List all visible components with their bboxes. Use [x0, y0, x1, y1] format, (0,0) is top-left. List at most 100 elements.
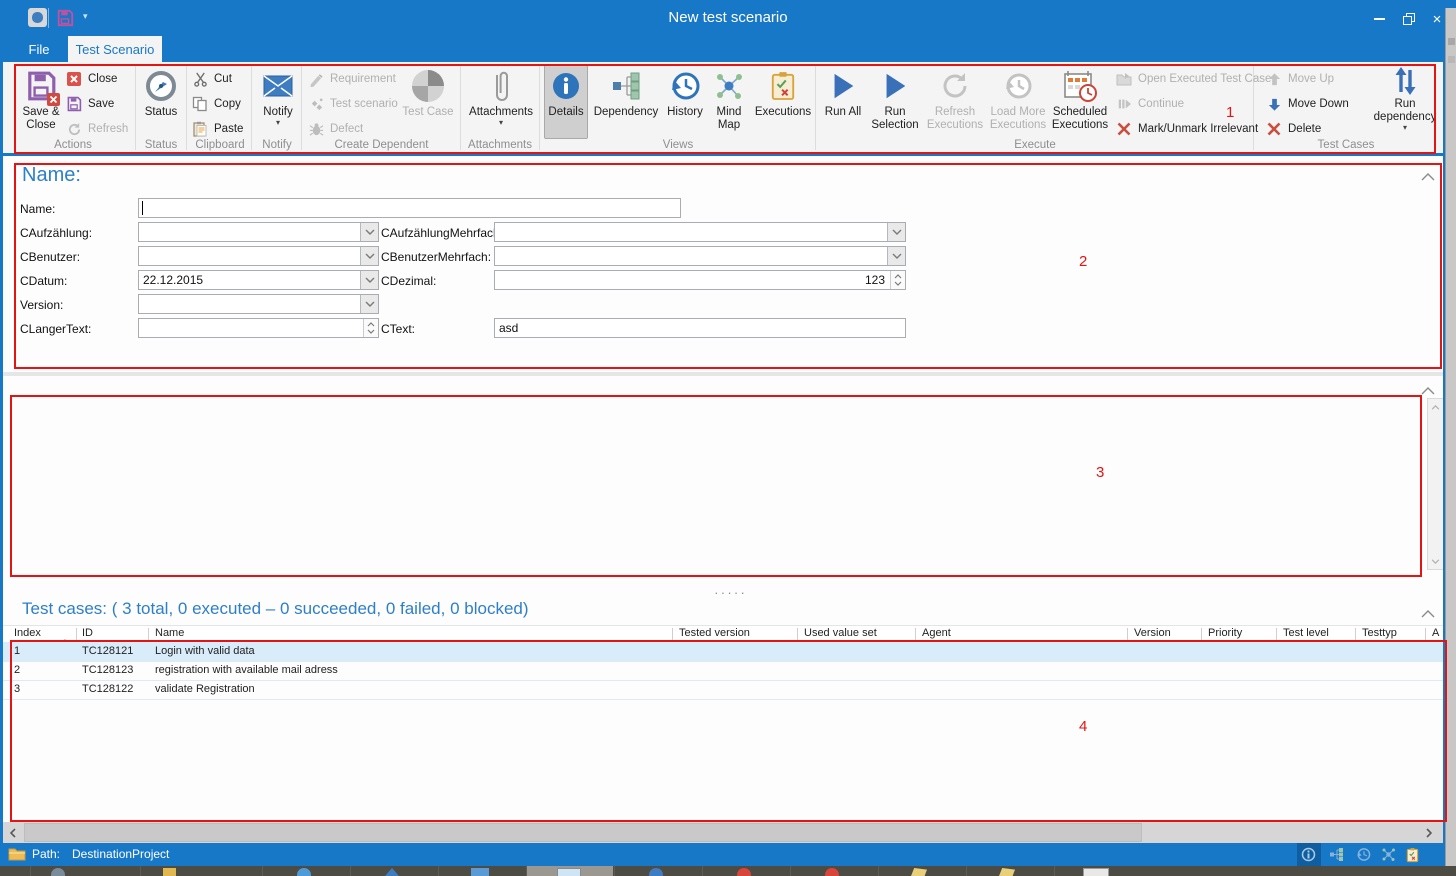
- collapse-middle-chevron-icon[interactable]: [1421, 382, 1435, 391]
- open-executed-test-case-label: Open Executed Test Case: [1138, 73, 1271, 85]
- horizontal-scrollbar[interactable]: [3, 822, 1443, 843]
- dropdown-chevron-icon[interactable]: [887, 223, 905, 241]
- caufzaehlung-combobox[interactable]: [138, 222, 379, 242]
- column-header-tested-version[interactable]: Tested version: [679, 627, 750, 639]
- column-header-index[interactable]: Index: [14, 627, 41, 639]
- ribbon-tab-row: File Test Scenario: [0, 36, 1456, 62]
- run-all-button[interactable]: Run All: [820, 66, 866, 119]
- taskbar-item[interactable]: [30, 866, 87, 876]
- column-header-agent[interactable]: Agent: [922, 627, 951, 639]
- run-dependency-dropdown-icon[interactable]: ▾: [1403, 124, 1407, 132]
- requirement-button: Requirement: [307, 68, 399, 90]
- notify-button[interactable]: Notify ▾: [255, 66, 301, 127]
- scheduled-executions-button[interactable]: Scheduled Executions: [1049, 66, 1111, 132]
- taskbar-item[interactable]: [790, 866, 877, 876]
- taskbar-item[interactable]: [702, 866, 789, 876]
- ctext-input[interactable]: asd: [494, 318, 906, 338]
- statusbar-mindmap-icon[interactable]: [1380, 846, 1397, 863]
- cut-button[interactable]: Cut: [191, 68, 249, 90]
- history-button[interactable]: History: [663, 66, 707, 119]
- column-header-id[interactable]: ID: [82, 627, 93, 639]
- table-row-selected[interactable]: 1 TC128121 Login with valid data: [3, 642, 1446, 662]
- paste-button[interactable]: Paste: [191, 118, 249, 140]
- table-row[interactable]: 2 TC128123 registration with available m…: [3, 661, 1446, 681]
- save-and-close-button[interactable]: Save & Close: [16, 66, 66, 132]
- restore-button[interactable]: [1396, 10, 1422, 28]
- run-selection-button[interactable]: Run Selection: [867, 66, 923, 132]
- cell-index: 2: [14, 664, 20, 676]
- collapse-testcases-chevron-icon[interactable]: [1421, 605, 1435, 614]
- spinner-buttons[interactable]: [363, 319, 378, 337]
- attachments-button[interactable]: Attachments ▾: [465, 66, 537, 127]
- spinner-buttons[interactable]: [890, 271, 905, 289]
- dropdown-chevron-icon[interactable]: [360, 295, 378, 313]
- os-taskbar[interactable]: [0, 866, 1456, 876]
- taskbar-item[interactable]: [614, 866, 701, 876]
- cell-index: 1: [14, 645, 20, 657]
- dropdown-chevron-icon[interactable]: [887, 247, 905, 265]
- dropdown-chevron-icon[interactable]: [360, 271, 378, 289]
- minimize-button[interactable]: [1366, 10, 1392, 28]
- test-scenario-icon: [307, 95, 325, 113]
- dependency-button[interactable]: Dependency: [589, 66, 663, 119]
- statusbar-dependency-icon[interactable]: [1328, 846, 1345, 863]
- cbenutzer-mehrfach-combobox[interactable]: [494, 246, 906, 266]
- scroll-down-icon[interactable]: [1428, 553, 1443, 569]
- mind-map-button[interactable]: Mind Map: [706, 66, 752, 132]
- delete-button[interactable]: Delete: [1265, 118, 1373, 140]
- taskbar-item[interactable]: [438, 866, 525, 876]
- group-label-notify: Notify: [252, 139, 302, 151]
- taskbar-item[interactable]: [1054, 866, 1141, 876]
- dropdown-chevron-icon[interactable]: [360, 223, 378, 241]
- taskbar-item-active[interactable]: [526, 866, 613, 876]
- tab-test-scenario[interactable]: Test Scenario: [68, 36, 162, 62]
- dropdown-chevron-icon[interactable]: [360, 247, 378, 265]
- taskbar-item[interactable]: [140, 866, 197, 876]
- executions-button[interactable]: Executions: [751, 66, 815, 119]
- move-down-button[interactable]: Move Down: [1265, 93, 1373, 115]
- cbenutzer-combobox[interactable]: [138, 246, 379, 266]
- column-header-priority[interactable]: Priority: [1208, 627, 1242, 639]
- cdatum-combobox[interactable]: 22.12.2015: [138, 270, 379, 290]
- taskbar-item[interactable]: [878, 866, 965, 876]
- column-header-test-level[interactable]: Test level: [1283, 627, 1329, 639]
- details-button[interactable]: Details: [544, 65, 588, 139]
- clangertext-spinner-input[interactable]: [138, 318, 379, 338]
- hscroll-thumb[interactable]: [24, 823, 1142, 842]
- caufzaehlung-mehrfach-combobox[interactable]: [494, 222, 906, 242]
- refresh-icon: [65, 120, 83, 138]
- column-header-a[interactable]: A: [1432, 627, 1439, 639]
- scroll-right-icon[interactable]: [1419, 822, 1439, 843]
- save-button[interactable]: Save: [65, 93, 131, 115]
- statusbar-history-icon[interactable]: [1355, 846, 1372, 863]
- close-button[interactable]: Close: [65, 68, 131, 90]
- taskbar-item[interactable]: [966, 866, 1053, 876]
- cdezimal-spinner-input[interactable]: 123: [494, 270, 906, 290]
- copy-button[interactable]: Copy: [191, 93, 249, 115]
- statusbar-executions-icon[interactable]: [1404, 846, 1421, 863]
- collapse-form-chevron-icon[interactable]: [1421, 168, 1435, 177]
- status-button[interactable]: Status: [139, 66, 183, 119]
- move-down-icon: [1265, 95, 1283, 113]
- column-header-version[interactable]: Version: [1134, 627, 1171, 639]
- label-cdezimal: CDezimal:: [381, 274, 436, 288]
- taskbar-item[interactable]: [262, 866, 349, 876]
- tab-file[interactable]: File: [14, 36, 64, 62]
- run-selection-icon: [880, 66, 910, 106]
- run-dependency-button[interactable]: Run dependency ▾: [1373, 64, 1437, 132]
- table-row[interactable]: 3 TC128122 validate Registration: [3, 680, 1446, 700]
- scroll-left-icon[interactable]: [3, 822, 23, 843]
- test-cases-section: Test cases: ( 3 total, 0 executed – 0 su…: [3, 597, 1443, 822]
- column-header-used-value-set[interactable]: Used value set: [804, 627, 877, 639]
- scroll-up-icon[interactable]: [1428, 399, 1443, 415]
- splitter-handle[interactable]: .....: [703, 582, 759, 597]
- column-header-name[interactable]: Name: [155, 627, 184, 639]
- name-input[interactable]: [138, 198, 681, 218]
- column-header-testtyp[interactable]: Testtyp: [1362, 627, 1397, 639]
- taskbar-item[interactable]: [350, 866, 437, 876]
- middle-section-vscrollbar[interactable]: [1427, 398, 1444, 570]
- attachments-dropdown-icon[interactable]: ▾: [499, 119, 503, 127]
- statusbar-details-toggle[interactable]: [1297, 843, 1321, 866]
- notify-dropdown-icon[interactable]: ▾: [276, 119, 280, 127]
- version-combobox[interactable]: [138, 294, 379, 314]
